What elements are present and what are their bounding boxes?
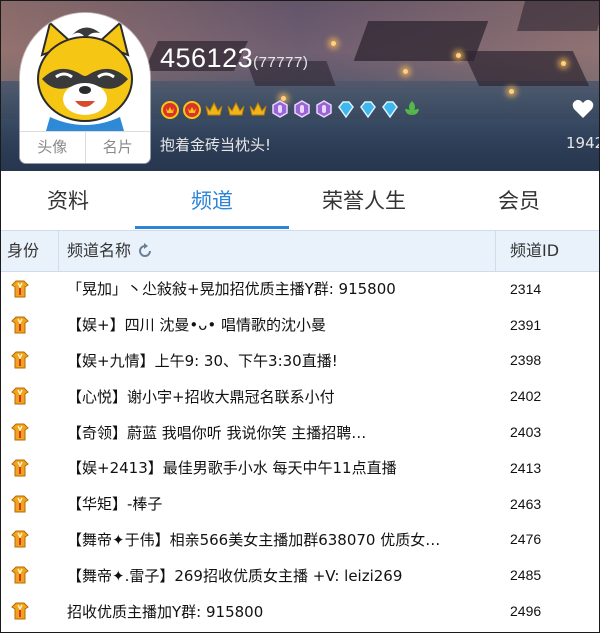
table-row[interactable]: 【华矩】-棒子 2463 xyxy=(1,486,599,522)
role-badge-icon xyxy=(11,566,29,584)
channel-id: 2413 xyxy=(510,459,542,476)
channel-name: 【娱+2413】最佳男歌手小水 每天中午11点直播 xyxy=(67,459,397,478)
lantern-light xyxy=(456,53,461,58)
banner-roof xyxy=(516,1,599,31)
channel-name: 招收优质主播加Y群: 915800 xyxy=(67,602,264,621)
channel-name: 【舞帝✦.雷子】269招收优质女主播 +V: leizi269 xyxy=(67,566,403,585)
channel-id: 2398 xyxy=(510,352,542,369)
purple-gem-icon[interactable] xyxy=(314,99,334,119)
green-leaf-icon[interactable] xyxy=(402,99,422,119)
channel-id: 2463 xyxy=(510,495,542,512)
badge-row xyxy=(160,99,422,119)
table-row[interactable]: 【心悦】谢小宇+招收大鼎冠名联系小付 2402 xyxy=(1,378,599,414)
channel-id: 2496 xyxy=(510,603,542,620)
channel-name: 【华矩】-棒子 xyxy=(67,495,163,514)
blue-diamond-icon[interactable] xyxy=(358,99,378,119)
gold-crown-icon[interactable] xyxy=(248,99,268,119)
role-badge-icon xyxy=(11,423,29,441)
channel-name: 【心悦】谢小宇+招收大鼎冠名联系小付 xyxy=(67,387,335,406)
role-badge-icon xyxy=(11,280,29,298)
role-cell xyxy=(1,350,59,370)
channel-id: 2391 xyxy=(510,316,542,333)
avatar-tabs: 头像 名片 xyxy=(20,131,150,163)
channel-name: 【舞帝✦于伟】相亲566美女主播加群638070 优质女… xyxy=(67,530,441,549)
raccoon-avatar-icon xyxy=(20,13,150,131)
heart-icon[interactable] xyxy=(572,99,594,119)
table-row[interactable]: 【娱+九情】上午9: 30、下午3:30直播! 2398 xyxy=(1,343,599,379)
role-cell xyxy=(1,529,59,549)
blue-diamond-icon[interactable] xyxy=(380,99,400,119)
banner-roof xyxy=(462,51,590,86)
red-crown-medal-icon[interactable] xyxy=(182,99,202,119)
username-text: 456123 xyxy=(160,43,254,73)
refresh-icon[interactable] xyxy=(137,243,153,259)
avatar-tab-photo[interactable]: 头像 xyxy=(20,132,85,163)
profile-panel: 头像 名片 456123(77777) 抱着金砖当枕头! 1942 xyxy=(0,0,600,633)
fans-count: 1942 xyxy=(566,134,599,152)
table-row[interactable]: 【舞帝✦.雷子】269招收优质女主播 +V: leizi269 2485 xyxy=(1,557,599,593)
column-header-id: 频道ID xyxy=(510,241,560,260)
profile-banner: 头像 名片 456123(77777) 抱着金砖当枕头! 1942 xyxy=(1,1,599,171)
red-crown-medal-icon[interactable] xyxy=(160,99,180,119)
tab-profile[interactable]: 资料 xyxy=(1,171,135,229)
lantern-light xyxy=(561,61,566,66)
role-badge-icon xyxy=(11,602,29,620)
table-row[interactable]: 招收优质主播加Y群: 915800 2496 xyxy=(1,593,599,629)
channel-name: 【娱+】四川 沈曼•ᴗ• 唱情歌的沈小曼 xyxy=(67,316,326,335)
username: 456123(77777) xyxy=(160,43,308,74)
gold-crown-icon[interactable] xyxy=(204,99,224,119)
user-motto: 抱着金砖当枕头! xyxy=(160,136,272,154)
purple-gem-icon[interactable] xyxy=(270,99,290,119)
role-cell xyxy=(1,315,59,335)
tab-honor[interactable]: 荣誉人生 xyxy=(289,171,439,229)
channel-name: 「晃加」丶尐敍敍+晃加招优质主播Y群: 915800 xyxy=(67,280,396,299)
table-row[interactable]: 【舞帝✦于伟】相亲566美女主播加群638070 优质女… 2476 xyxy=(1,522,599,558)
role-cell xyxy=(1,458,59,478)
role-badge-icon xyxy=(11,459,29,477)
role-badge-icon xyxy=(11,316,29,334)
column-header-role: 身份 xyxy=(1,231,59,271)
table-row[interactable]: 【娱+2413】最佳男歌手小水 每天中午11点直播 2413 xyxy=(1,450,599,486)
avatar-tab-card[interactable]: 名片 xyxy=(84,132,151,163)
role-cell xyxy=(1,494,59,514)
tab-membership[interactable]: 会员 xyxy=(439,171,599,229)
role-badge-icon xyxy=(11,495,29,513)
role-badge-icon xyxy=(11,387,29,405)
role-cell xyxy=(1,386,59,406)
channel-id: 2485 xyxy=(510,567,542,584)
blue-diamond-icon[interactable] xyxy=(336,99,356,119)
channel-id: 2476 xyxy=(510,531,542,548)
column-header-name-label: 频道名称 xyxy=(67,241,132,260)
channel-name: 【娱+九情】上午9: 30、下午3:30直播! xyxy=(67,351,338,370)
channel-id: 2402 xyxy=(510,388,542,405)
channel-id: 2314 xyxy=(510,280,542,297)
tab-channels[interactable]: 频道 xyxy=(135,171,289,229)
lantern-light xyxy=(509,89,514,94)
role-cell xyxy=(1,279,59,299)
gold-crown-icon[interactable] xyxy=(226,99,246,119)
lantern-light xyxy=(331,41,336,46)
avatar[interactable]: 头像 名片 xyxy=(20,13,150,163)
role-cell xyxy=(1,565,59,585)
column-header-name: 频道名称 xyxy=(59,231,496,271)
table-row[interactable]: 【娱+】四川 沈曼•ᴗ• 唱情歌的沈小曼 2391 xyxy=(1,307,599,343)
channel-list: 「晃加」丶尐敍敍+晃加招优质主播Y群: 915800 2314 【娱+】四川 沈… xyxy=(1,271,599,629)
user-number: (77777) xyxy=(253,54,309,71)
lantern-light xyxy=(403,69,408,74)
profile-tabs: 资料 频道 荣誉人生 会员 xyxy=(1,171,599,229)
role-badge-icon xyxy=(11,530,29,548)
channel-id: 2403 xyxy=(510,424,542,441)
channel-table-header: 身份 频道名称 频道ID xyxy=(1,230,599,272)
channel-name: 【奇领】蔚蓝 我唱你听 我说你笑 主播招聘… xyxy=(67,423,367,442)
role-cell xyxy=(1,422,59,442)
purple-gem-icon[interactable] xyxy=(292,99,312,119)
role-cell xyxy=(1,601,59,621)
role-badge-icon xyxy=(11,351,29,369)
table-row[interactable]: 【奇领】蔚蓝 我唱你听 我说你笑 主播招聘… 2403 xyxy=(1,414,599,450)
table-row[interactable]: 「晃加」丶尐敍敍+晃加招优质主播Y群: 915800 2314 xyxy=(1,271,599,307)
